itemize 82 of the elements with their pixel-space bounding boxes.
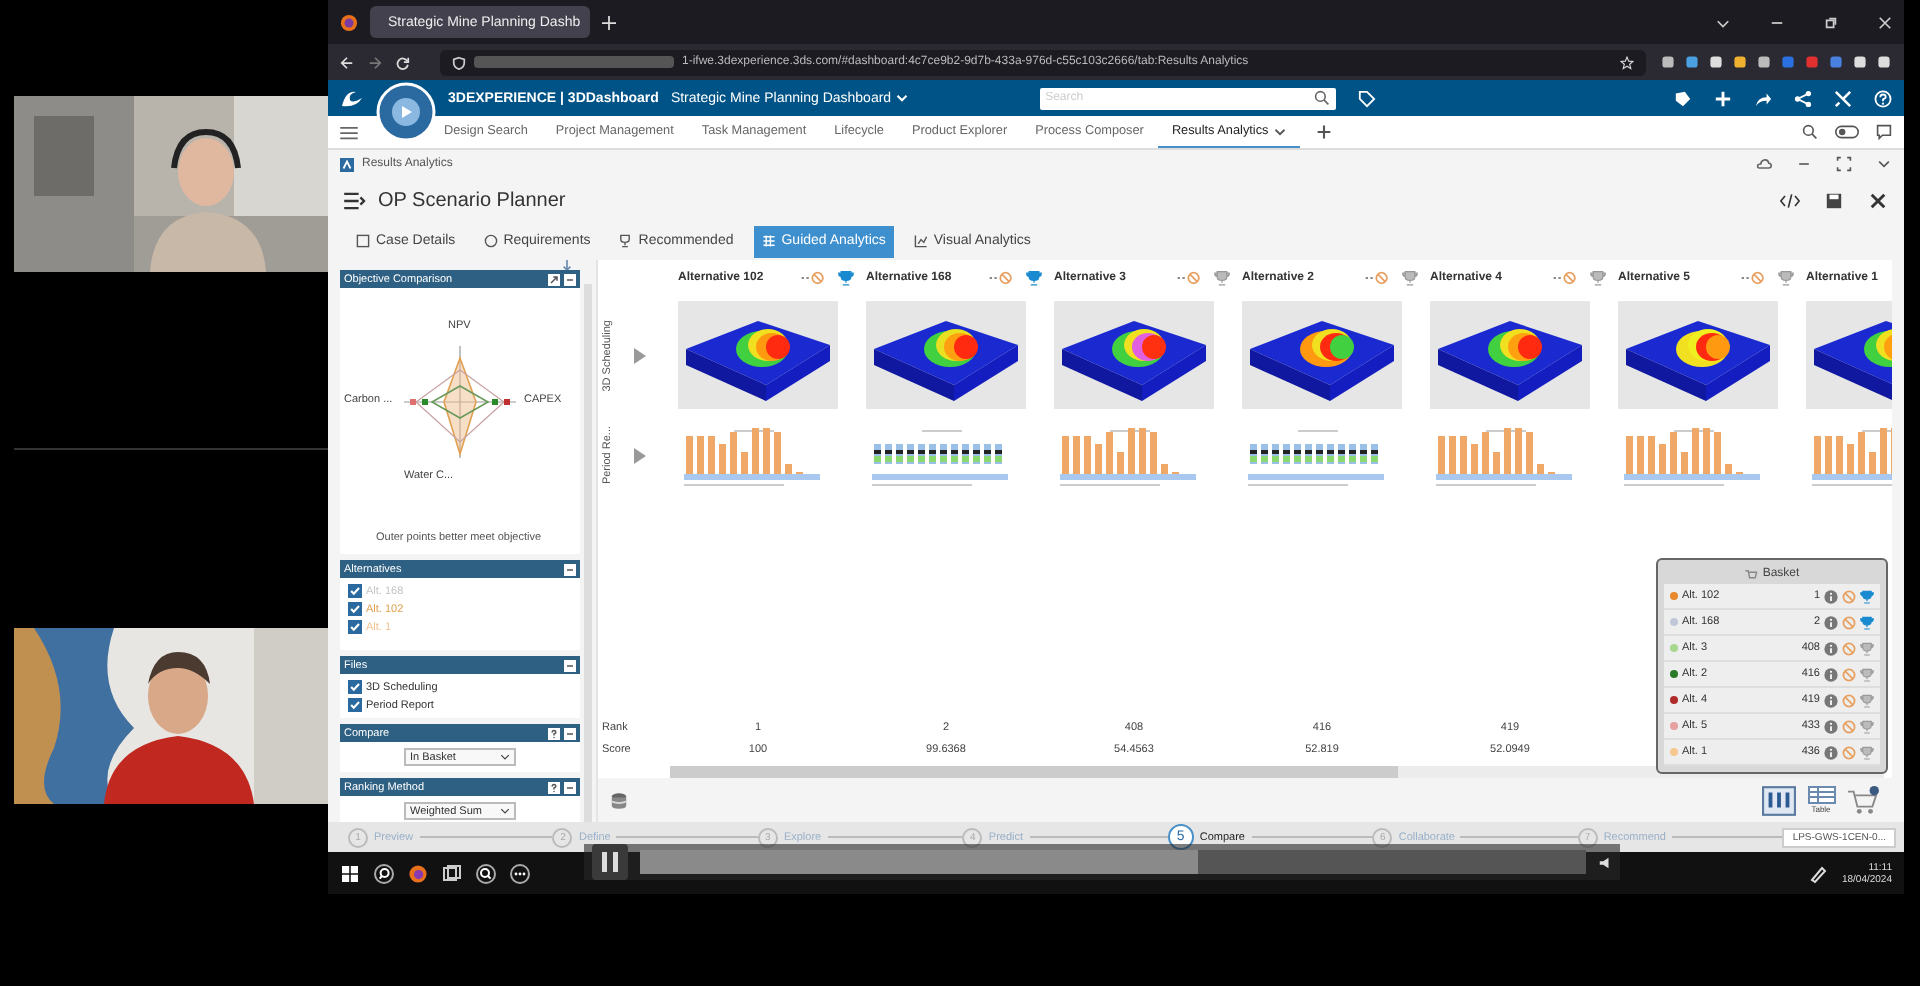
magnifier-icon[interactable]	[476, 863, 496, 883]
chart-icon	[913, 234, 928, 248]
reload-icon[interactable]	[396, 55, 410, 69]
collapse-icon[interactable]	[564, 273, 576, 285]
windows-icon[interactable]	[340, 863, 360, 883]
sort-icon[interactable]	[562, 260, 572, 270]
grid-icon	[761, 234, 776, 248]
basket-icon[interactable]	[1846, 785, 1880, 815]
tag-icon[interactable]	[1674, 89, 1692, 107]
pause-button[interactable]	[592, 844, 628, 880]
info-icon[interactable]	[1824, 667, 1838, 681]
task-view-icon[interactable]	[442, 863, 462, 883]
checkbox[interactable]	[348, 602, 362, 616]
trophy-icon[interactable]	[1402, 270, 1418, 286]
chevron-down-icon[interactable]	[1716, 15, 1730, 29]
trophy-icon[interactable]	[1026, 270, 1042, 286]
menu-icon[interactable]	[344, 191, 366, 209]
save-icon[interactable]	[1824, 191, 1844, 209]
checkbox[interactable]	[348, 620, 362, 634]
radar-chart-drawing	[400, 340, 520, 464]
grid-view-icon[interactable]	[1762, 785, 1796, 815]
toggle-icon[interactable]	[1834, 124, 1860, 140]
info-icon[interactable]	[1824, 693, 1838, 707]
collapse-icon[interactable]	[564, 781, 576, 793]
database-icon[interactable]	[610, 791, 628, 809]
page-title: OP Scenario Planner	[378, 189, 566, 211]
network-icon[interactable]	[1794, 89, 1812, 107]
target-icon	[483, 234, 498, 248]
maximize-icon[interactable]	[1836, 156, 1852, 172]
basket-icon	[1744, 567, 1759, 581]
help-icon[interactable]	[548, 727, 560, 739]
share-icon[interactable]	[1754, 89, 1772, 107]
info-icon[interactable]	[1824, 745, 1838, 759]
caret-icon	[500, 752, 510, 762]
search-icon[interactable]	[1802, 124, 1818, 140]
checkbox[interactable]	[348, 680, 362, 694]
help-icon[interactable]	[548, 781, 560, 793]
trophy-icon[interactable]	[1590, 270, 1606, 286]
back-icon[interactable]	[340, 55, 354, 69]
info-icon[interactable]	[1824, 589, 1838, 603]
caret-icon	[1274, 125, 1287, 137]
pen-icon[interactable]	[1807, 863, 1828, 883]
logo-icon[interactable]	[340, 88, 364, 108]
play-icon[interactable]	[634, 348, 646, 364]
search-icon[interactable]	[374, 863, 394, 883]
collapse-icon[interactable]	[564, 563, 576, 575]
shield-icon	[452, 55, 466, 69]
browser-icon[interactable]	[340, 13, 358, 31]
popout-icon[interactable]	[548, 273, 560, 285]
collapse-icon[interactable]	[564, 659, 576, 671]
trophy-icon[interactable]	[1860, 615, 1874, 629]
restore-icon[interactable]	[1824, 15, 1838, 29]
collapse-icon[interactable]	[564, 727, 576, 739]
plus-icon[interactable]	[1316, 124, 1333, 140]
tools-icon[interactable]	[1834, 89, 1852, 107]
star-icon[interactable]	[1620, 55, 1634, 69]
info-icon[interactable]	[1824, 719, 1838, 733]
info-icon[interactable]	[1824, 615, 1838, 629]
new-tab-icon[interactable]	[602, 15, 616, 29]
close-icon[interactable]	[1868, 191, 1888, 209]
checkbox[interactable]	[348, 698, 362, 712]
document-icon	[356, 234, 370, 248]
widget-icon	[340, 157, 354, 171]
play-icon[interactable]	[634, 448, 646, 464]
tag-icon[interactable]	[1357, 89, 1376, 107]
trophy-icon	[618, 234, 633, 248]
forward-icon[interactable]	[368, 55, 382, 69]
menu-icon[interactable]	[340, 125, 358, 139]
browser-icon[interactable]	[408, 863, 428, 883]
chat-icon[interactable]	[1876, 124, 1892, 140]
caret-icon	[500, 806, 510, 816]
code-icon[interactable]	[1780, 191, 1800, 209]
trophy-icon[interactable]	[1860, 589, 1874, 603]
caret-icon	[895, 92, 908, 104]
cloud-icon[interactable]	[1756, 156, 1772, 172]
trophy-icon[interactable]	[1214, 270, 1230, 286]
checkbox[interactable]	[348, 584, 362, 598]
info-icon[interactable]	[1824, 641, 1838, 655]
more-icon[interactable]	[510, 863, 530, 883]
trophy-icon[interactable]	[1778, 270, 1794, 286]
chevron-down-icon[interactable]	[1876, 156, 1892, 172]
trophy-icon[interactable]	[838, 270, 854, 286]
